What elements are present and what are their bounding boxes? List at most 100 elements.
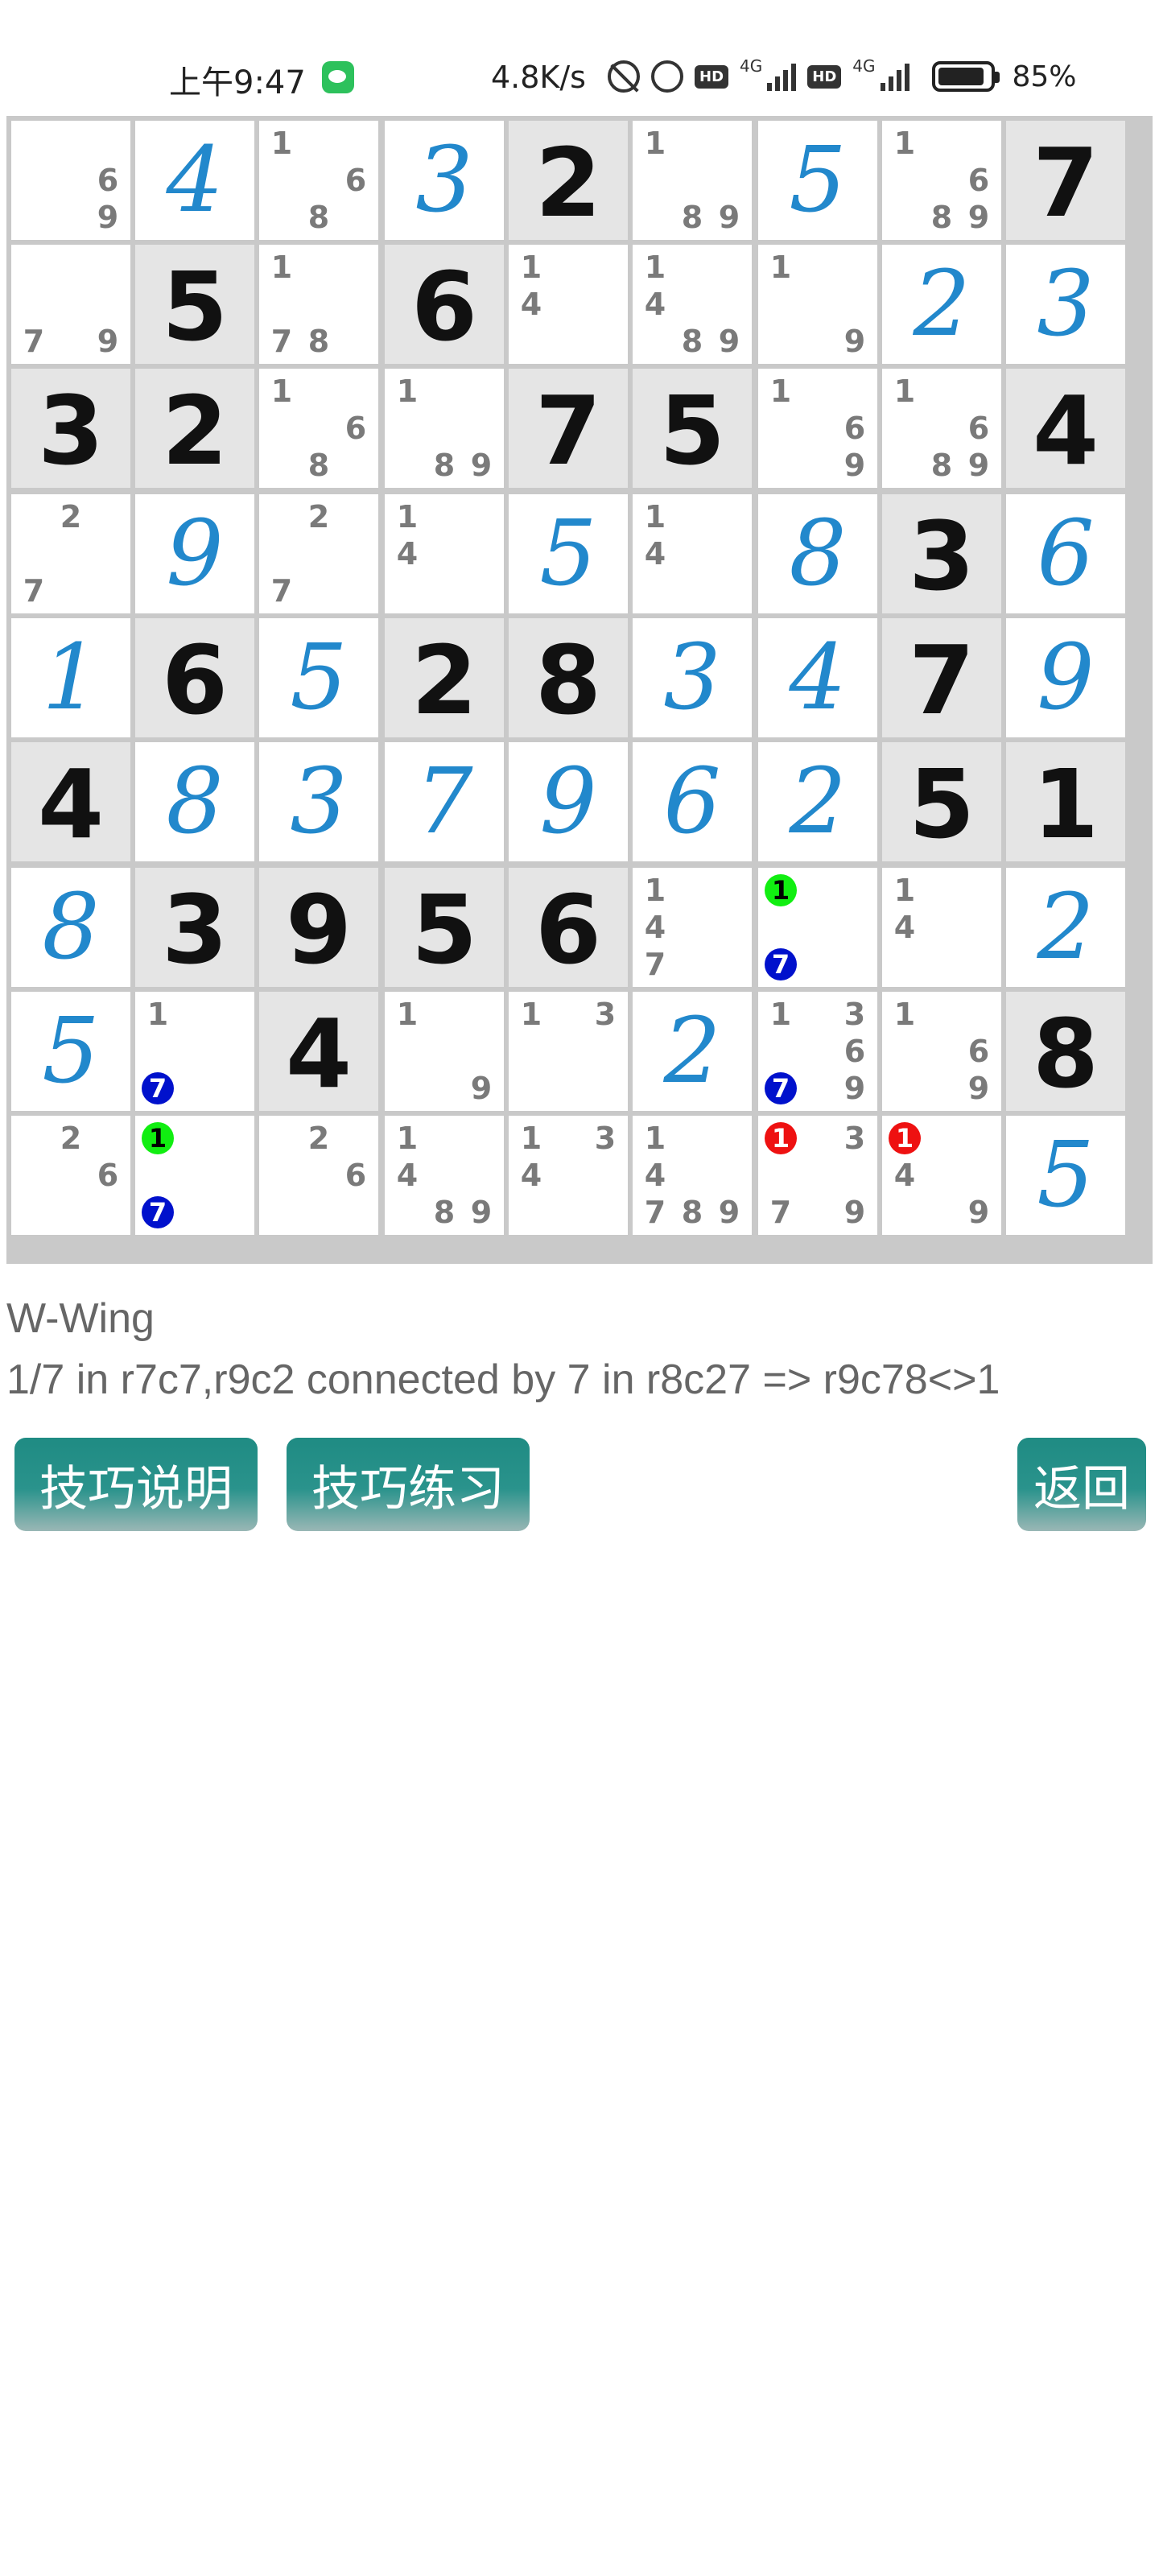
sudoku-cell-r5c6[interactable]: 3	[633, 618, 752, 737]
sudoku-cell-r2c8[interactable]: 2	[882, 245, 1001, 364]
sudoku-cell-r6c5[interactable]: 9	[509, 742, 628, 861]
sudoku-cell-r4c8[interactable]: 3	[882, 494, 1001, 613]
sudoku-cell-r5c9[interactable]: 9	[1006, 618, 1125, 737]
sudoku-cell-r1c3[interactable]: 1 68	[259, 121, 378, 240]
sudoku-cell-r7c6[interactable]: 147	[633, 868, 752, 987]
sudoku-cell-r7c8[interactable]: 14	[882, 868, 1001, 987]
sudoku-cell-r9c1[interactable]: 26	[11, 1116, 130, 1235]
sudoku-cell-r4c4[interactable]: 14	[385, 494, 504, 613]
entered-digit: 5	[1037, 1123, 1095, 1228]
sudoku-cell-r1c8[interactable]: 1689	[882, 121, 1001, 240]
sudoku-cell-r9c8[interactable]: 14 9	[882, 1116, 1001, 1235]
sudoku-board[interactable]: 6941683218951689779517861414891923321681…	[6, 116, 1153, 1264]
sudoku-cell-r3c9[interactable]: 4	[1006, 369, 1125, 488]
sudoku-cell-r2c9[interactable]: 3	[1006, 245, 1125, 364]
sudoku-cell-r3c1[interactable]: 3	[11, 369, 130, 488]
sudoku-cell-r7c9[interactable]: 2	[1006, 868, 1125, 987]
sudoku-cell-r8c3[interactable]: 4	[259, 992, 378, 1111]
sudoku-cell-r1c9[interactable]: 7	[1006, 121, 1125, 240]
sudoku-cell-r1c2[interactable]: 4	[135, 121, 254, 240]
sudoku-cell-r1c1[interactable]: 69	[11, 121, 130, 240]
sudoku-cell-r9c2[interactable]: 17	[135, 1116, 254, 1235]
sudoku-cell-r8c7[interactable]: 1 36 7 9	[758, 992, 877, 1111]
sudoku-cell-r7c3[interactable]: 9	[259, 868, 378, 987]
candidate: 9	[97, 200, 119, 235]
sudoku-cell-r9c3[interactable]: 26	[259, 1116, 378, 1235]
sudoku-cell-r7c7[interactable]: 17	[758, 868, 877, 987]
hd-icon-2: HD	[807, 64, 842, 89]
given-digit: 4	[1032, 375, 1099, 486]
sudoku-cell-r5c5[interactable]: 8	[509, 618, 628, 737]
sudoku-cell-r6c2[interactable]: 8	[135, 742, 254, 861]
entered-digit: 9	[166, 502, 224, 606]
sudoku-cell-r6c6[interactable]: 6	[633, 742, 752, 861]
sudoku-cell-r5c4[interactable]: 2	[385, 618, 504, 737]
sudoku-cell-r3c3[interactable]: 1 68	[259, 369, 378, 488]
candidate: 9	[967, 1071, 990, 1106]
sudoku-cell-r8c6[interactable]: 2	[633, 992, 752, 1111]
sudoku-cell-r1c7[interactable]: 5	[758, 121, 877, 240]
sudoku-cell-r2c4[interactable]: 6	[385, 245, 504, 364]
sudoku-cell-r9c9[interactable]: 5	[1006, 1116, 1125, 1235]
sudoku-cell-r1c6[interactable]: 1 89	[633, 121, 752, 240]
sudoku-cell-r8c9[interactable]: 8	[1006, 992, 1125, 1111]
sudoku-cell-r9c7[interactable]: 1 3 7 9	[758, 1116, 877, 1235]
sudoku-cell-r4c7[interactable]: 8	[758, 494, 877, 613]
sudoku-cell-r6c4[interactable]: 7	[385, 742, 504, 861]
sudoku-cell-r7c5[interactable]: 6	[509, 868, 628, 987]
sudoku-cell-r7c2[interactable]: 3	[135, 868, 254, 987]
entered-digit: 6	[663, 749, 721, 854]
sudoku-cell-r6c9[interactable]: 1	[1006, 742, 1125, 861]
sudoku-cell-r4c9[interactable]: 6	[1006, 494, 1125, 613]
practice-technique-button[interactable]: 技巧练习	[287, 1438, 530, 1531]
sudoku-cell-r6c8[interactable]: 5	[882, 742, 1001, 861]
sudoku-cell-r5c7[interactable]: 4	[758, 618, 877, 737]
candidate: 8	[433, 448, 456, 483]
given-digit: 6	[410, 251, 478, 362]
sudoku-cell-r1c4[interactable]: 3	[385, 121, 504, 240]
sudoku-cell-r2c1[interactable]: 79	[11, 245, 130, 364]
candidate: 3	[843, 997, 866, 1032]
sudoku-cell-r1c5[interactable]: 2	[509, 121, 628, 240]
sudoku-cell-r4c5[interactable]: 5	[509, 494, 628, 613]
sudoku-cell-r3c5[interactable]: 7	[509, 369, 628, 488]
sudoku-cell-r3c2[interactable]: 2	[135, 369, 254, 488]
sudoku-cell-r9c6[interactable]: 14789	[633, 1116, 752, 1235]
sudoku-cell-r4c1[interactable]: 27	[11, 494, 130, 613]
sudoku-cell-r7c1[interactable]: 8	[11, 868, 130, 987]
sudoku-cell-r9c4[interactable]: 1489	[385, 1116, 504, 1235]
sudoku-cell-r2c2[interactable]: 5	[135, 245, 254, 364]
sudoku-cell-r7c4[interactable]: 5	[385, 868, 504, 987]
candidate: 1	[520, 1121, 542, 1156]
explain-technique-button[interactable]: 技巧说明	[14, 1438, 258, 1531]
candidate: 9	[967, 200, 990, 235]
candidate: 1	[644, 873, 666, 908]
sudoku-cell-r5c8[interactable]: 7	[882, 618, 1001, 737]
sudoku-cell-r2c7[interactable]: 19	[758, 245, 877, 364]
sudoku-cell-r5c3[interactable]: 5	[259, 618, 378, 737]
sudoku-cell-r5c1[interactable]: 1	[11, 618, 130, 737]
sudoku-cell-r6c7[interactable]: 2	[758, 742, 877, 861]
sudoku-cell-r3c7[interactable]: 1 69	[758, 369, 877, 488]
sudoku-cell-r2c6[interactable]: 1489	[633, 245, 752, 364]
sudoku-cell-r8c4[interactable]: 19	[385, 992, 504, 1111]
sudoku-cell-r9c5[interactable]: 1 3 4	[509, 1116, 628, 1235]
sudoku-cell-r6c3[interactable]: 3	[259, 742, 378, 861]
sudoku-cell-r2c3[interactable]: 1 78	[259, 245, 378, 364]
sudoku-cell-r3c8[interactable]: 1689	[882, 369, 1001, 488]
sudoku-cell-r8c5[interactable]: 13	[509, 992, 628, 1111]
sudoku-cell-r4c2[interactable]: 9	[135, 494, 254, 613]
sudoku-cell-r3c6[interactable]: 5	[633, 369, 752, 488]
sudoku-cell-r8c8[interactable]: 1 69	[882, 992, 1001, 1111]
sudoku-cell-r2c5[interactable]: 14	[509, 245, 628, 364]
sudoku-cell-r8c1[interactable]: 5	[11, 992, 130, 1111]
sudoku-cell-r5c2[interactable]: 6	[135, 618, 254, 737]
sudoku-cell-r4c3[interactable]: 27	[259, 494, 378, 613]
candidate: 2	[307, 499, 330, 535]
sudoku-cell-r3c4[interactable]: 1 89	[385, 369, 504, 488]
entered-digit: 2	[789, 749, 847, 854]
back-button[interactable]: 返回	[1017, 1438, 1146, 1531]
sudoku-cell-r8c2[interactable]: 17	[135, 992, 254, 1111]
sudoku-cell-r4c6[interactable]: 14	[633, 494, 752, 613]
sudoku-cell-r6c1[interactable]: 4	[11, 742, 130, 861]
